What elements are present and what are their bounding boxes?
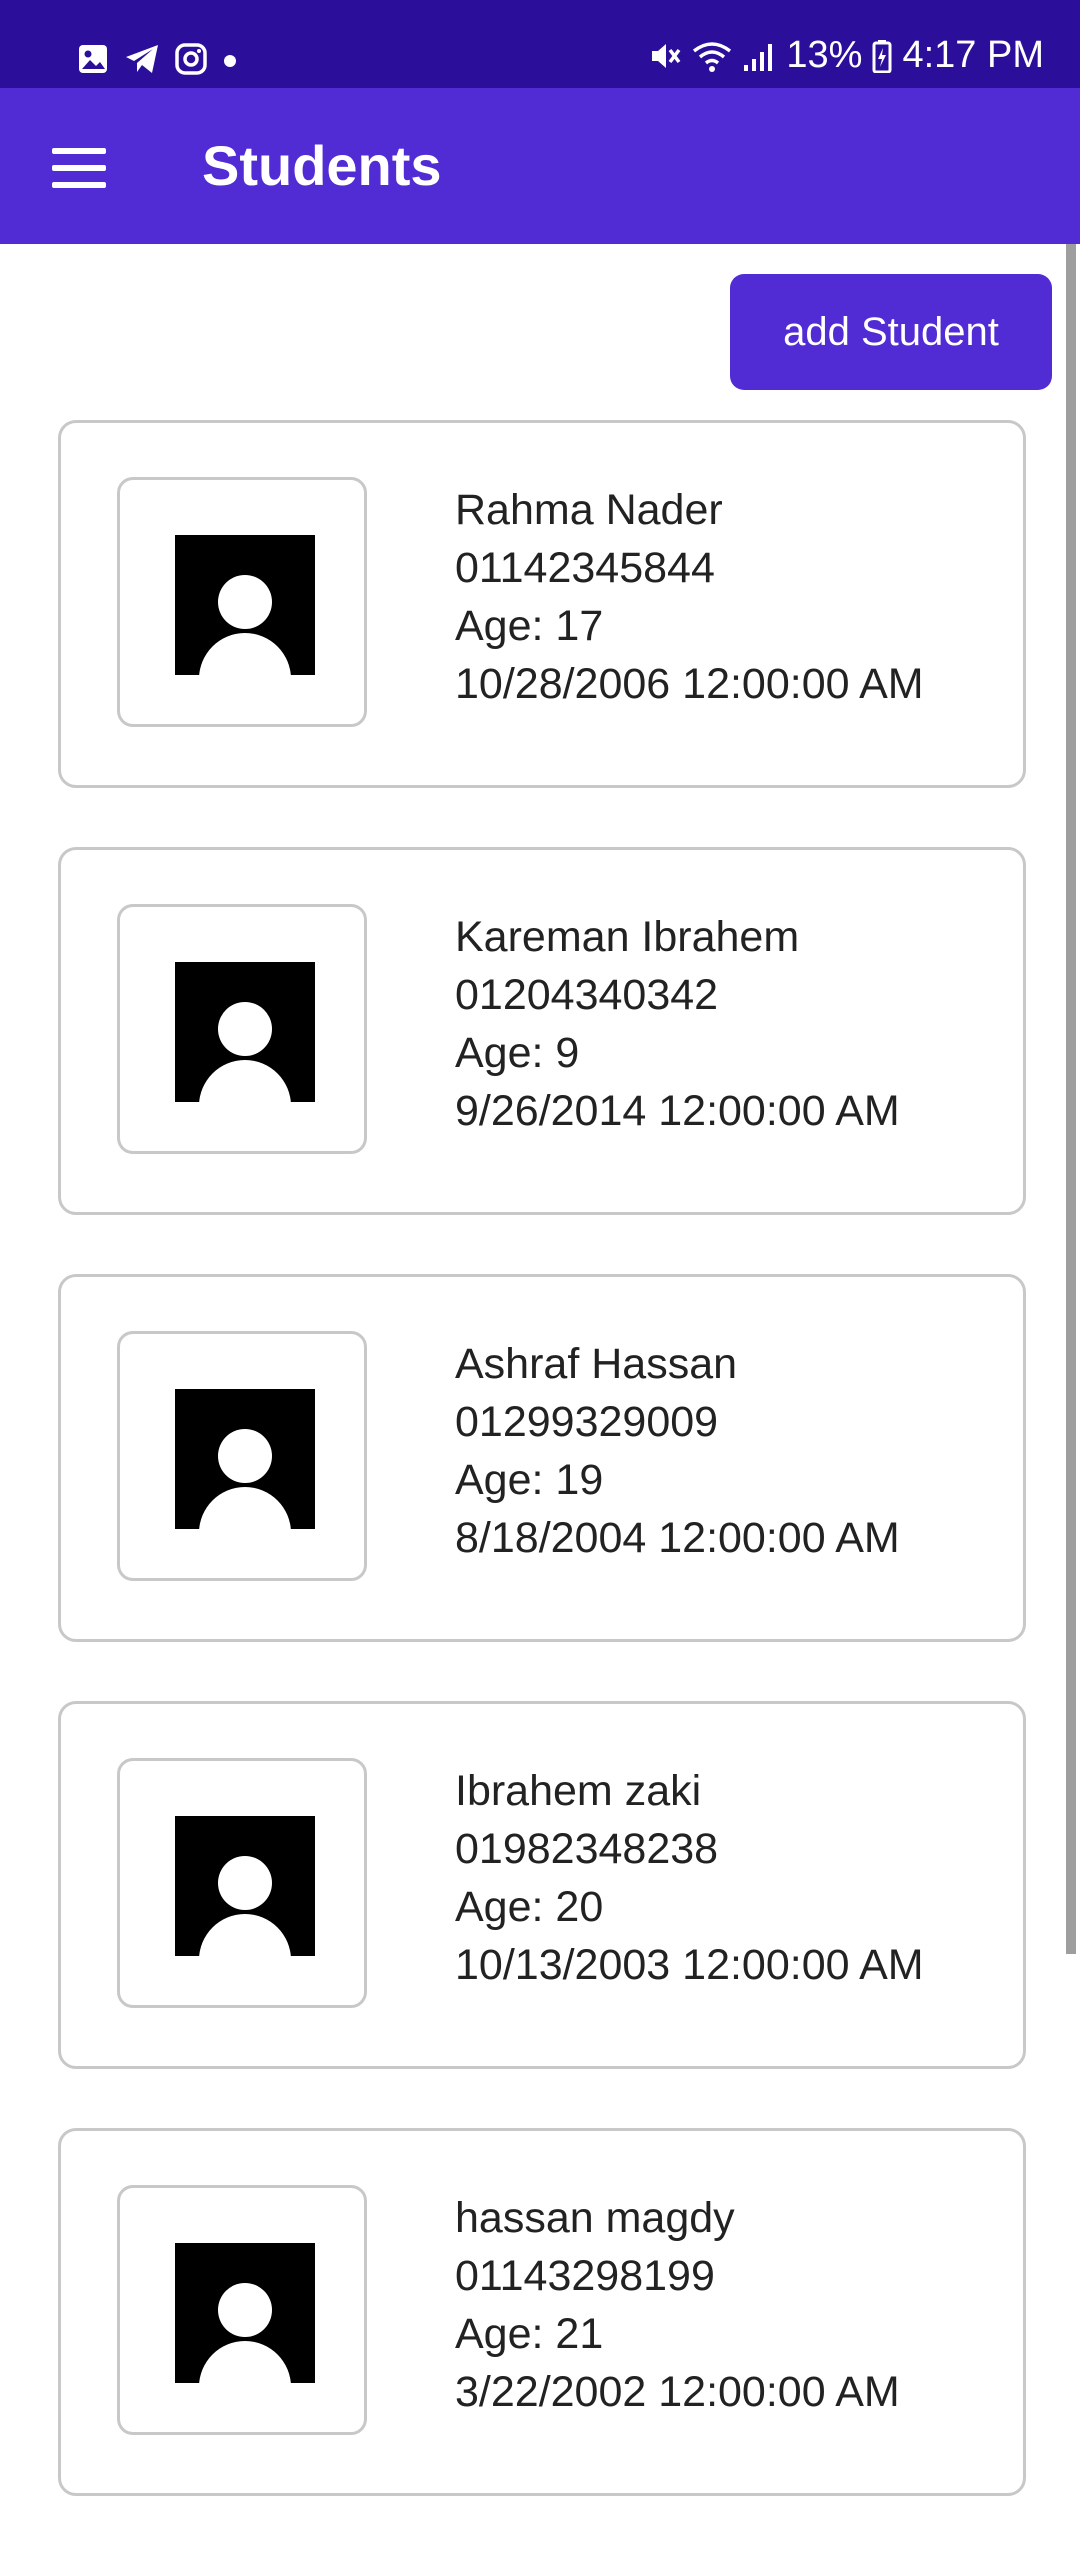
student-birthdate: 8/18/2004 12:00:00 AM — [455, 1514, 900, 1562]
student-card[interactable]: Rahma Nader 01142345844 Age: 17 10/28/20… — [58, 420, 1026, 788]
student-phone: 01143298199 — [455, 2252, 715, 2300]
student-age: Age: 9 — [455, 1029, 580, 1077]
student-birthdate: 10/28/2006 12:00:00 AM — [455, 660, 924, 708]
gallery-icon — [79, 45, 107, 73]
student-phone: 01204340342 — [455, 971, 719, 1019]
app-bar: Students — [0, 88, 1080, 244]
student-card[interactable]: Kareman Ibrahem 01204340342 Age: 9 9/26/… — [58, 847, 1026, 1215]
avatar-placeholder-icon — [175, 1816, 315, 1956]
student-age: Age: 19 — [455, 1456, 604, 1504]
student-age: Age: 20 — [455, 1883, 604, 1931]
student-name: hassan magdy — [455, 2194, 735, 2242]
student-info: Rahma Nader 01142345844 Age: 17 10/28/20… — [455, 481, 924, 713]
page-title: Students — [202, 134, 442, 197]
student-birthdate: 3/22/2002 12:00:00 AM — [455, 2368, 900, 2416]
student-card[interactable]: Ibrahem zaki 01982348238 Age: 20 10/13/2… — [58, 1701, 1026, 2069]
avatar-frame — [117, 477, 367, 727]
dot-icon — [224, 55, 236, 67]
student-info: Kareman Ibrahem 01204340342 Age: 9 9/26/… — [455, 908, 900, 1140]
avatar-placeholder-icon — [175, 1389, 315, 1529]
avatar-placeholder-icon — [175, 962, 315, 1102]
student-birthdate: 10/13/2003 12:00:00 AM — [455, 1941, 924, 1989]
student-info: Ibrahem zaki 01982348238 Age: 20 10/13/2… — [455, 1762, 924, 1994]
avatar-frame — [117, 2185, 367, 2435]
instagram-icon — [175, 43, 207, 75]
scrollbar[interactable] — [1066, 244, 1076, 1954]
hamburger-menu-icon[interactable] — [52, 148, 106, 188]
battery-percent: 13% — [786, 34, 863, 76]
avatar-placeholder-icon — [175, 2243, 315, 2383]
avatar-frame — [117, 1758, 367, 2008]
student-info: hassan magdy 01143298199 Age: 21 3/22/20… — [455, 2189, 900, 2421]
student-phone: 01299329009 — [455, 1398, 719, 1446]
student-name: Kareman Ibrahem — [455, 913, 800, 961]
avatar-frame — [117, 904, 367, 1154]
avatar-placeholder-icon — [175, 535, 315, 675]
notification-icons — [76, 42, 238, 76]
student-card[interactable]: Ashraf Hassan 01299329009 Age: 19 8/18/2… — [58, 1274, 1026, 1642]
student-birthdate: 9/26/2014 12:00:00 AM — [455, 1087, 900, 1135]
status-bar: 13% 4:17 PM — [0, 0, 1080, 88]
student-info: Ashraf Hassan 01299329009 Age: 19 8/18/2… — [455, 1335, 900, 1567]
wifi-icon — [693, 41, 732, 72]
add-student-button[interactable]: add Student — [730, 274, 1052, 390]
student-name: Ibrahem zaki — [455, 1767, 702, 1815]
student-age: Age: 21 — [455, 2310, 604, 2358]
battery-charging-icon — [872, 39, 892, 73]
student-phone: 01142345844 — [455, 544, 715, 592]
clock: 4:17 PM — [902, 34, 1044, 76]
student-age: Age: 17 — [455, 602, 604, 650]
student-list: Rahma Nader 01142345844 Age: 17 10/28/20… — [58, 420, 1026, 2555]
system-status: 13% 4:17 PM — [648, 34, 1044, 77]
avatar-frame — [117, 1331, 367, 1581]
telegram-icon — [126, 45, 158, 73]
student-card[interactable]: hassan magdy 01143298199 Age: 21 3/22/20… — [58, 2128, 1026, 2496]
student-name: Ashraf Hassan — [455, 1340, 738, 1388]
mute-icon — [652, 43, 681, 68]
signal-icon — [744, 43, 773, 71]
student-name: Rahma Nader — [455, 486, 723, 534]
student-phone: 01982348238 — [455, 1825, 719, 1873]
